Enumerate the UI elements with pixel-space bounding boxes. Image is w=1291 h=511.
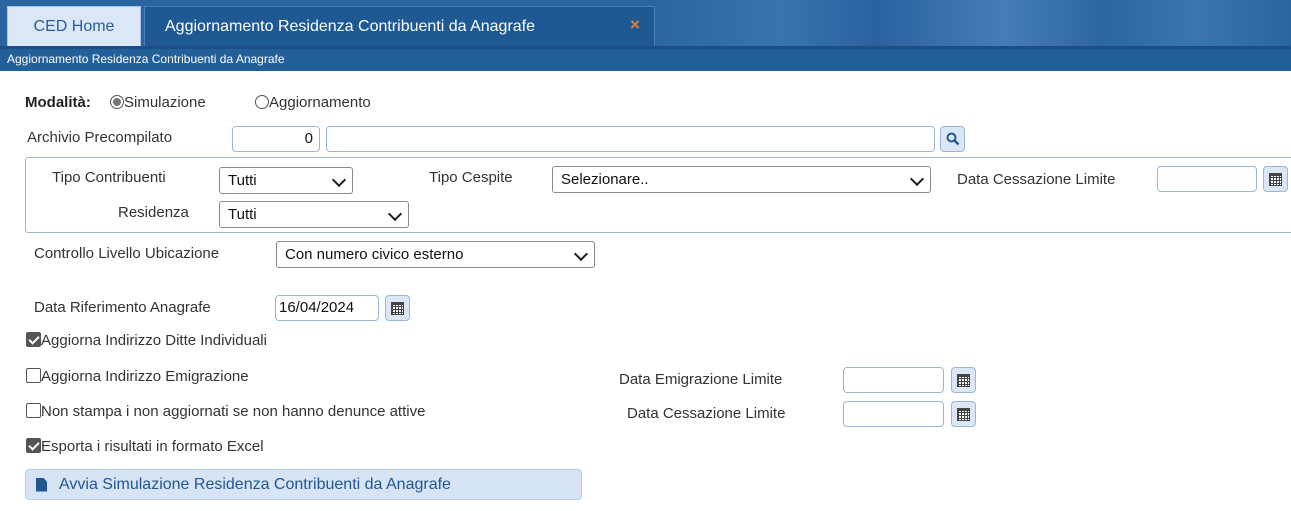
radio-simulazione-label: Simulazione	[124, 94, 206, 111]
file-icon	[36, 477, 47, 492]
tipo-contribuenti-select[interactable]: Tutti	[219, 167, 353, 194]
data-riferimento-calendar-button[interactable]	[385, 295, 410, 321]
residenza-label: Residenza	[118, 204, 189, 221]
avvia-simulazione-label: Avvia Simulazione Residenza Contribuenti…	[59, 475, 451, 493]
checkbox-non-stampa-label: Non stampa i non aggiornati se non hanno…	[41, 403, 426, 420]
data-cessazione-calendar-button[interactable]	[1263, 166, 1288, 192]
checkbox-ditte[interactable]: Aggiorna Indirizzo Ditte Individuali	[26, 332, 267, 349]
data-emigrazione-label: Data Emigrazione Limite	[619, 371, 783, 388]
residenza-value: Tutti	[228, 206, 257, 223]
data-riferimento-label: Data Riferimento Anagrafe	[34, 299, 211, 316]
search-button[interactable]	[940, 126, 965, 152]
data-emigrazione-input[interactable]	[843, 367, 944, 393]
tab-bar-background	[655, 0, 1291, 46]
tipo-cespite-label: Tipo Cespite	[429, 169, 513, 186]
checkbox-excel-box[interactable]	[26, 438, 41, 453]
checkbox-ditte-label: Aggiorna Indirizzo Ditte Individuali	[41, 332, 267, 349]
checkbox-non-stampa[interactable]: Non stampa i non aggiornati se non hanno…	[26, 403, 425, 420]
data-cessazione-2-label: Data Cessazione Limite	[627, 405, 786, 422]
chevron-down-icon	[331, 172, 347, 188]
close-tab-icon[interactable]: ×	[630, 15, 640, 35]
radio-simulazione[interactable]: Simulazione	[110, 94, 206, 111]
data-cessazione-label: Data Cessazione Limite	[957, 171, 1116, 188]
data-cessazione-input[interactable]	[1157, 166, 1257, 192]
archivio-description-input[interactable]	[326, 126, 935, 152]
calendar-icon	[957, 407, 970, 421]
calendar-icon	[1269, 172, 1282, 186]
search-icon	[946, 132, 959, 146]
tab-aggiornamento-residenza-label: Aggiornamento Residenza Contribuenti da …	[165, 17, 536, 35]
tab-ced-home-label: CED Home	[33, 17, 115, 35]
form-header-title: Aggiornamento Residenza Contribuenti da …	[7, 52, 285, 66]
avvia-simulazione-button[interactable]: Avvia Simulazione Residenza Contribuenti…	[25, 469, 582, 500]
modalita-label: Modalità:	[25, 94, 91, 111]
archivio-label: Archivio Precompilato	[27, 129, 173, 146]
chevron-down-icon	[573, 246, 589, 262]
tab-ced-home[interactable]: CED Home	[7, 6, 141, 46]
data-cessazione-2-input[interactable]	[843, 401, 944, 427]
radio-aggiornamento-label: Aggiornamento	[269, 94, 371, 111]
tipo-contribuenti-label: Tipo Contribuenti	[52, 169, 166, 186]
radio-simulazione-indicator[interactable]	[110, 95, 124, 109]
controllo-select[interactable]: Con numero civico esterno	[276, 241, 595, 268]
controllo-value: Con numero civico esterno	[285, 246, 464, 263]
checkbox-excel-label: Esporta i risultati in formato Excel	[41, 438, 264, 455]
checkbox-emigrazione-label: Aggiorna Indirizzo Emigrazione	[41, 368, 249, 385]
tipo-cespite-value: Selezionare..	[561, 171, 649, 188]
checkbox-emigrazione-box[interactable]	[26, 368, 41, 383]
tipo-contribuenti-value: Tutti	[228, 172, 257, 189]
radio-aggiornamento-indicator[interactable]	[255, 95, 269, 109]
chevron-down-icon	[909, 171, 925, 187]
controllo-label: Controllo Livello Ubicazione	[34, 245, 220, 262]
data-emigrazione-calendar-button[interactable]	[951, 367, 976, 393]
residenza-select[interactable]: Tutti	[219, 201, 409, 228]
calendar-icon	[391, 301, 404, 315]
data-cessazione-2-calendar-button[interactable]	[951, 401, 976, 427]
checkbox-ditte-box[interactable]	[26, 332, 41, 347]
data-riferimento-input[interactable]: 16/04/2024	[275, 295, 379, 321]
radio-aggiornamento[interactable]: Aggiornamento	[255, 94, 371, 111]
chevron-down-icon	[387, 206, 403, 222]
checkbox-excel[interactable]: Esporta i risultati in formato Excel	[26, 438, 264, 455]
calendar-icon	[957, 373, 970, 387]
checkbox-non-stampa-box[interactable]	[26, 403, 41, 418]
tipo-cespite-select[interactable]: Selezionare..	[552, 166, 931, 193]
archivio-code-input[interactable]: 0	[232, 126, 320, 152]
checkbox-emigrazione[interactable]: Aggiorna Indirizzo Emigrazione	[26, 368, 249, 385]
tab-aggiornamento-residenza[interactable]: Aggiornamento Residenza Contribuenti da …	[144, 6, 655, 46]
